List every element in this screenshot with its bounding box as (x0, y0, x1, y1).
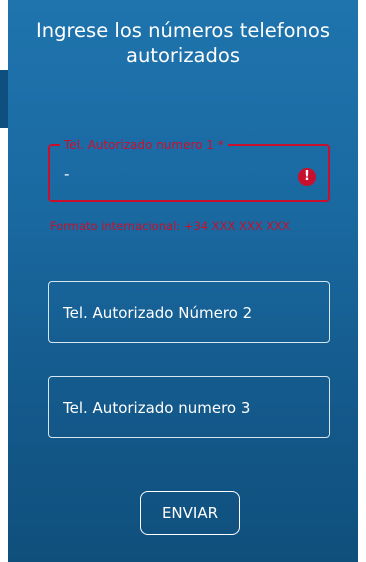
phone-2-field[interactable]: Tel. Autorizado Número 2 (48, 281, 330, 343)
form-panel: Ingrese los números telefonos autorizado… (8, 0, 358, 562)
phone-3-field[interactable]: Tel. Autorizado numero 3 (48, 376, 330, 438)
submit-button[interactable]: ENVIAR (140, 491, 240, 535)
phone-1-helper-text: Formato internacional: +34 XXX XXX XXX (50, 219, 290, 233)
phone-3-placeholder: Tel. Autorizado numero 3 (63, 399, 251, 417)
phone-1-field[interactable]: Tel. Autorizado numero 1 * - ! (48, 137, 330, 202)
phone-1-input-value[interactable]: - (64, 165, 69, 183)
phone-2-placeholder: Tel. Autorizado Número 2 (63, 304, 253, 322)
side-tab (0, 70, 8, 128)
error-icon: ! (298, 168, 316, 186)
page-title: Ingrese los números telefonos autorizado… (8, 18, 358, 68)
title-line-1: Ingrese los números telefonos (35, 19, 331, 42)
title-line-2: autorizados (126, 44, 240, 67)
phone-1-label: Tel. Autorizado numero 1 * (60, 137, 228, 153)
